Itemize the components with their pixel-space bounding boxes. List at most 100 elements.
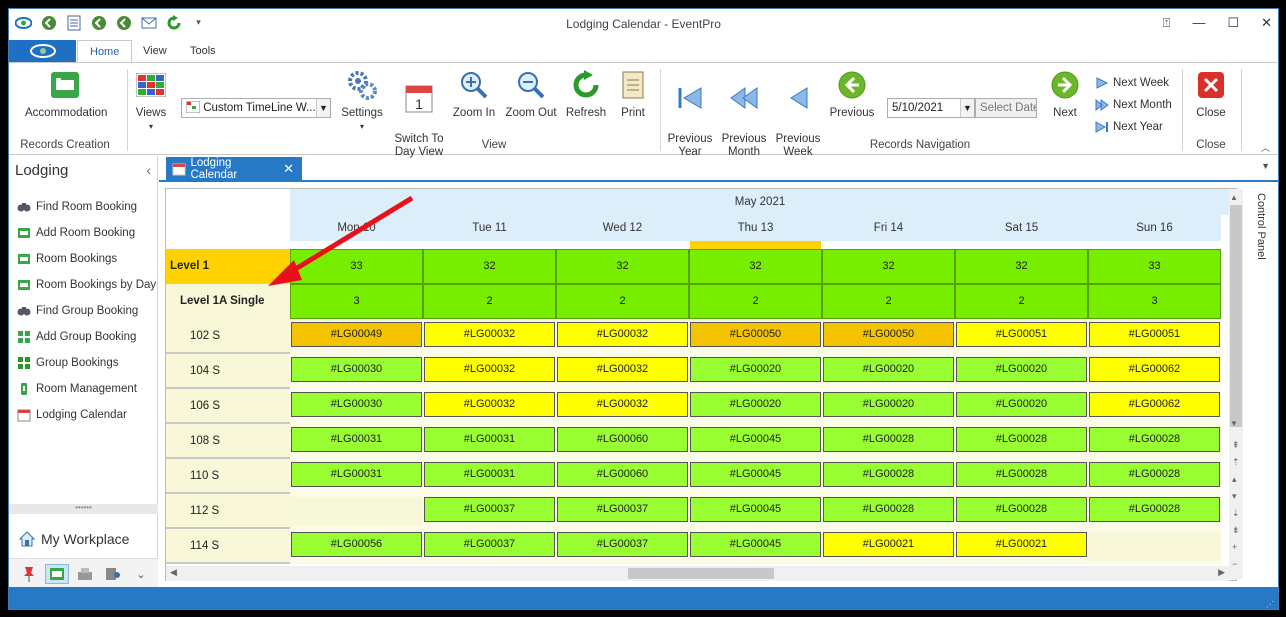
booking-cell[interactable]: #LG00032 bbox=[557, 357, 688, 382]
nav-item-add-room-booking[interactable]: Add Room Booking bbox=[17, 226, 135, 240]
booking-cell[interactable]: #LG00062 bbox=[1089, 357, 1220, 382]
level-count-cell[interactable]: 32 bbox=[689, 249, 822, 284]
booking-cell[interactable]: #LG00049 bbox=[291, 322, 422, 347]
booking-cell[interactable]: #LG00031 bbox=[291, 427, 422, 452]
room-type-count-cell[interactable]: 2 bbox=[556, 284, 689, 319]
booking-cell[interactable]: #LG00030 bbox=[291, 357, 422, 382]
booking-cell[interactable]: #LG00030 bbox=[291, 392, 422, 417]
booking-cell[interactable]: #LG00028 bbox=[823, 497, 954, 522]
room-type-count-cell[interactable]: 2 bbox=[423, 284, 556, 319]
views-button[interactable]: Views ▾ bbox=[133, 69, 169, 133]
booking-cell[interactable]: #LG00056 bbox=[291, 532, 422, 557]
booking-cell[interactable]: #LG00032 bbox=[424, 392, 555, 417]
grid-nav-buttons[interactable]: ⇞ ⇡ ▴ ▾ ⇣ ⇟ + − bbox=[1232, 437, 1240, 573]
booking-cell[interactable]: #LG00028 bbox=[956, 462, 1087, 487]
booking-cell[interactable]: #LG00028 bbox=[956, 497, 1087, 522]
booking-cell[interactable]: #LG00037 bbox=[557, 532, 688, 557]
my-workplace-button[interactable]: My Workplace bbox=[19, 531, 129, 547]
horizontal-scrollbar[interactable]: ◀ ▶ bbox=[166, 566, 1229, 581]
level-count-cell[interactable]: 32 bbox=[955, 249, 1088, 284]
previous-button[interactable]: Previous bbox=[827, 69, 877, 120]
room-type-count-cell[interactable]: 2 bbox=[689, 284, 822, 319]
collapse-nav-icon[interactable]: ‹ bbox=[146, 162, 151, 178]
level-count-cell[interactable]: 32 bbox=[556, 249, 689, 284]
room-type-count-cell[interactable]: 2 bbox=[822, 284, 955, 319]
room-row-header[interactable]: 114 S bbox=[166, 529, 290, 564]
booking-cell[interactable]: #LG00062 bbox=[1089, 392, 1220, 417]
booking-cell[interactable]: #LG00032 bbox=[557, 392, 688, 417]
pin-icon[interactable] bbox=[17, 564, 41, 584]
booking-cell[interactable]: #LG00028 bbox=[823, 462, 954, 487]
contact-icon[interactable] bbox=[101, 564, 125, 584]
ribbon-options-icon[interactable]: ⍐ bbox=[1163, 15, 1171, 31]
empty-room-cell[interactable] bbox=[1088, 532, 1221, 561]
inventory-icon[interactable] bbox=[73, 564, 97, 584]
scroll-down-icon[interactable]: ▼ bbox=[1230, 419, 1238, 428]
room-row-header[interactable]: 108 S bbox=[166, 424, 290, 459]
scroll-left-icon[interactable]: ◀ bbox=[170, 567, 177, 578]
booking-cell[interactable]: #LG00032 bbox=[557, 322, 688, 347]
booking-cell[interactable]: #LG00031 bbox=[424, 462, 555, 487]
booking-cell[interactable]: #LG00037 bbox=[424, 532, 555, 557]
booking-cell[interactable]: #LG00020 bbox=[956, 357, 1087, 382]
room-row-header[interactable]: 104 S bbox=[166, 354, 290, 389]
tab-view[interactable]: View bbox=[131, 40, 179, 62]
settings-button[interactable]: Settings ▾ bbox=[339, 69, 385, 133]
close-tab-icon[interactable]: ✕ bbox=[283, 161, 294, 177]
room-type-count-cell[interactable]: 3 bbox=[1088, 284, 1221, 319]
tab-tools[interactable]: Tools bbox=[178, 40, 228, 62]
booking-cell[interactable]: #LG00032 bbox=[424, 357, 555, 382]
booking-cell[interactable]: #LG00060 bbox=[557, 427, 688, 452]
close-button[interactable]: Close bbox=[1189, 69, 1233, 120]
control-panel-tab[interactable]: Control Panel bbox=[1247, 189, 1267, 289]
tab-dropdown-icon[interactable]: ▼ bbox=[1261, 161, 1270, 171]
nav-item-room-bookings-by-day[interactable]: Room Bookings by Day bbox=[17, 278, 156, 292]
nav-item-find-group-booking[interactable]: Find Group Booking bbox=[17, 304, 138, 318]
booking-cell[interactable]: #LG00028 bbox=[823, 427, 954, 452]
nav-item-room-bookings[interactable]: Room Bookings bbox=[17, 252, 117, 266]
booking-cell[interactable]: #LG00050 bbox=[823, 322, 954, 347]
nav-splitter[interactable]: •••••• bbox=[9, 504, 158, 514]
minimize-icon[interactable]: — bbox=[1192, 15, 1205, 31]
booking-cell[interactable]: #LG00032 bbox=[424, 322, 555, 347]
chevron-down-icon[interactable]: ⌄ bbox=[129, 564, 153, 584]
booking-cell[interactable]: #LG00045 bbox=[690, 462, 821, 487]
booking-cell[interactable]: #LG00060 bbox=[557, 462, 688, 487]
booking-cell[interactable]: #LG00020 bbox=[823, 357, 954, 382]
chevron-down-icon[interactable]: ▼ bbox=[960, 99, 974, 117]
resize-grip-icon[interactable]: ⋰ bbox=[1266, 600, 1274, 609]
next-year-button[interactable]: Next Year bbox=[1095, 121, 1163, 133]
booking-cell[interactable]: #LG00028 bbox=[1089, 427, 1220, 452]
next-month-button[interactable]: Next Month bbox=[1095, 99, 1172, 111]
booking-cell[interactable]: #LG00050 bbox=[690, 322, 821, 347]
zoom-out-button[interactable]: Zoom Out bbox=[503, 69, 559, 120]
scroll-right-icon[interactable]: ▶ bbox=[1218, 567, 1225, 578]
booking-cell[interactable]: #LG00037 bbox=[557, 497, 688, 522]
collapse-ribbon-icon[interactable]: ︿ bbox=[1261, 141, 1270, 154]
horizontal-scroll-thumb[interactable] bbox=[628, 568, 774, 579]
empty-room-cell[interactable] bbox=[290, 497, 423, 526]
next-button[interactable]: Next bbox=[1045, 69, 1085, 120]
nav-item-find-room-booking[interactable]: Find Room Booking bbox=[17, 200, 137, 214]
chevron-down-icon[interactable]: ▼ bbox=[316, 99, 330, 117]
select-date-button[interactable]: Select Date bbox=[975, 98, 1037, 118]
view-selector-combo[interactable]: Custom TimeLine W... ▼ bbox=[181, 98, 331, 118]
booking-cell[interactable]: #LG00031 bbox=[291, 462, 422, 487]
vertical-scrollbar[interactable]: ▲ ▼ ⇞ ⇡ ▴ ▾ ⇣ ⇟ + − bbox=[1229, 189, 1243, 579]
booking-cell[interactable]: #LG00031 bbox=[424, 427, 555, 452]
room-row-header[interactable]: 112 S bbox=[166, 494, 290, 529]
booking-cell[interactable]: #LG00037 bbox=[424, 497, 555, 522]
booking-cell[interactable]: #LG00021 bbox=[956, 532, 1087, 557]
maximize-icon[interactable]: ☐ bbox=[1227, 15, 1239, 31]
room-row-header[interactable]: 102 S bbox=[166, 319, 290, 354]
next-week-button[interactable]: Next Week bbox=[1095, 77, 1169, 89]
print-button[interactable]: Print bbox=[615, 69, 651, 120]
level-count-cell[interactable]: 32 bbox=[423, 249, 556, 284]
nav-item-group-bookings[interactable]: Group Bookings bbox=[17, 356, 118, 370]
tab-lodging-calendar[interactable]: Lodging Calendar ✕ bbox=[166, 157, 302, 181]
booking-cell[interactable]: #LG00020 bbox=[823, 392, 954, 417]
nav-item-add-group-booking[interactable]: Add Group Booking bbox=[17, 330, 136, 344]
lodging-module-icon[interactable] bbox=[45, 564, 69, 584]
booking-cell[interactable]: #LG00020 bbox=[690, 357, 821, 382]
booking-cell[interactable]: #LG00021 bbox=[823, 532, 954, 557]
